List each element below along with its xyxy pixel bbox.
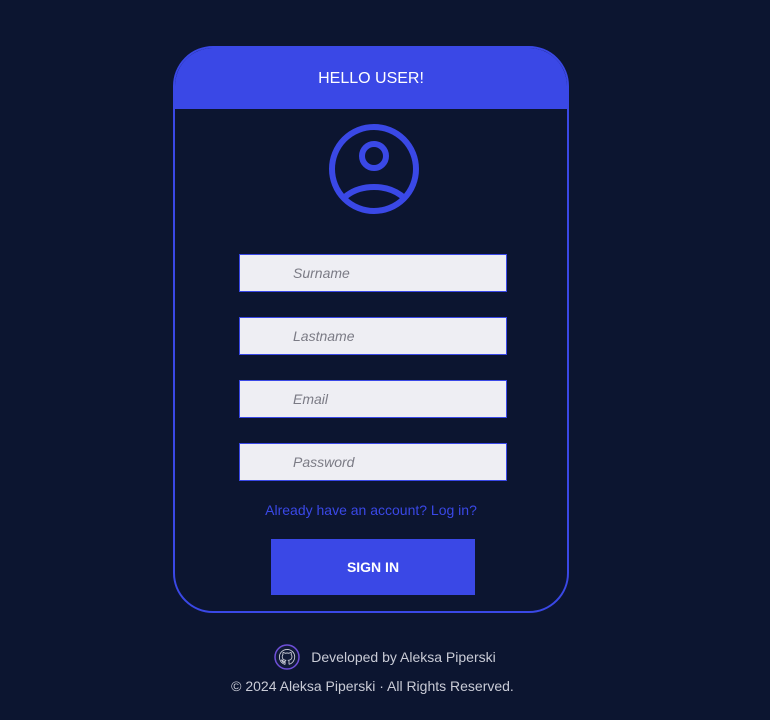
signup-card: HELLO USER! Already have an account? Log… bbox=[173, 46, 569, 613]
surname-input[interactable] bbox=[239, 254, 507, 292]
card-header: HELLO USER! bbox=[175, 48, 567, 109]
lastname-input[interactable] bbox=[239, 317, 507, 355]
email-input[interactable] bbox=[239, 380, 507, 418]
password-input[interactable] bbox=[239, 443, 507, 481]
copyright-text: © 2024 Aleksa Piperski · All Rights Rese… bbox=[231, 678, 514, 694]
github-icon[interactable] bbox=[274, 644, 301, 670]
card-title: HELLO USER! bbox=[318, 69, 424, 87]
footer-developer: Developed by Aleksa Piperski bbox=[0, 644, 770, 670]
login-link[interactable]: Already have an account? Log in? bbox=[175, 502, 567, 518]
developer-text: Developed by Aleksa Piperski bbox=[311, 649, 496, 665]
user-circle-icon bbox=[329, 124, 419, 214]
sign-in-button[interactable]: SIGN IN bbox=[271, 539, 475, 595]
